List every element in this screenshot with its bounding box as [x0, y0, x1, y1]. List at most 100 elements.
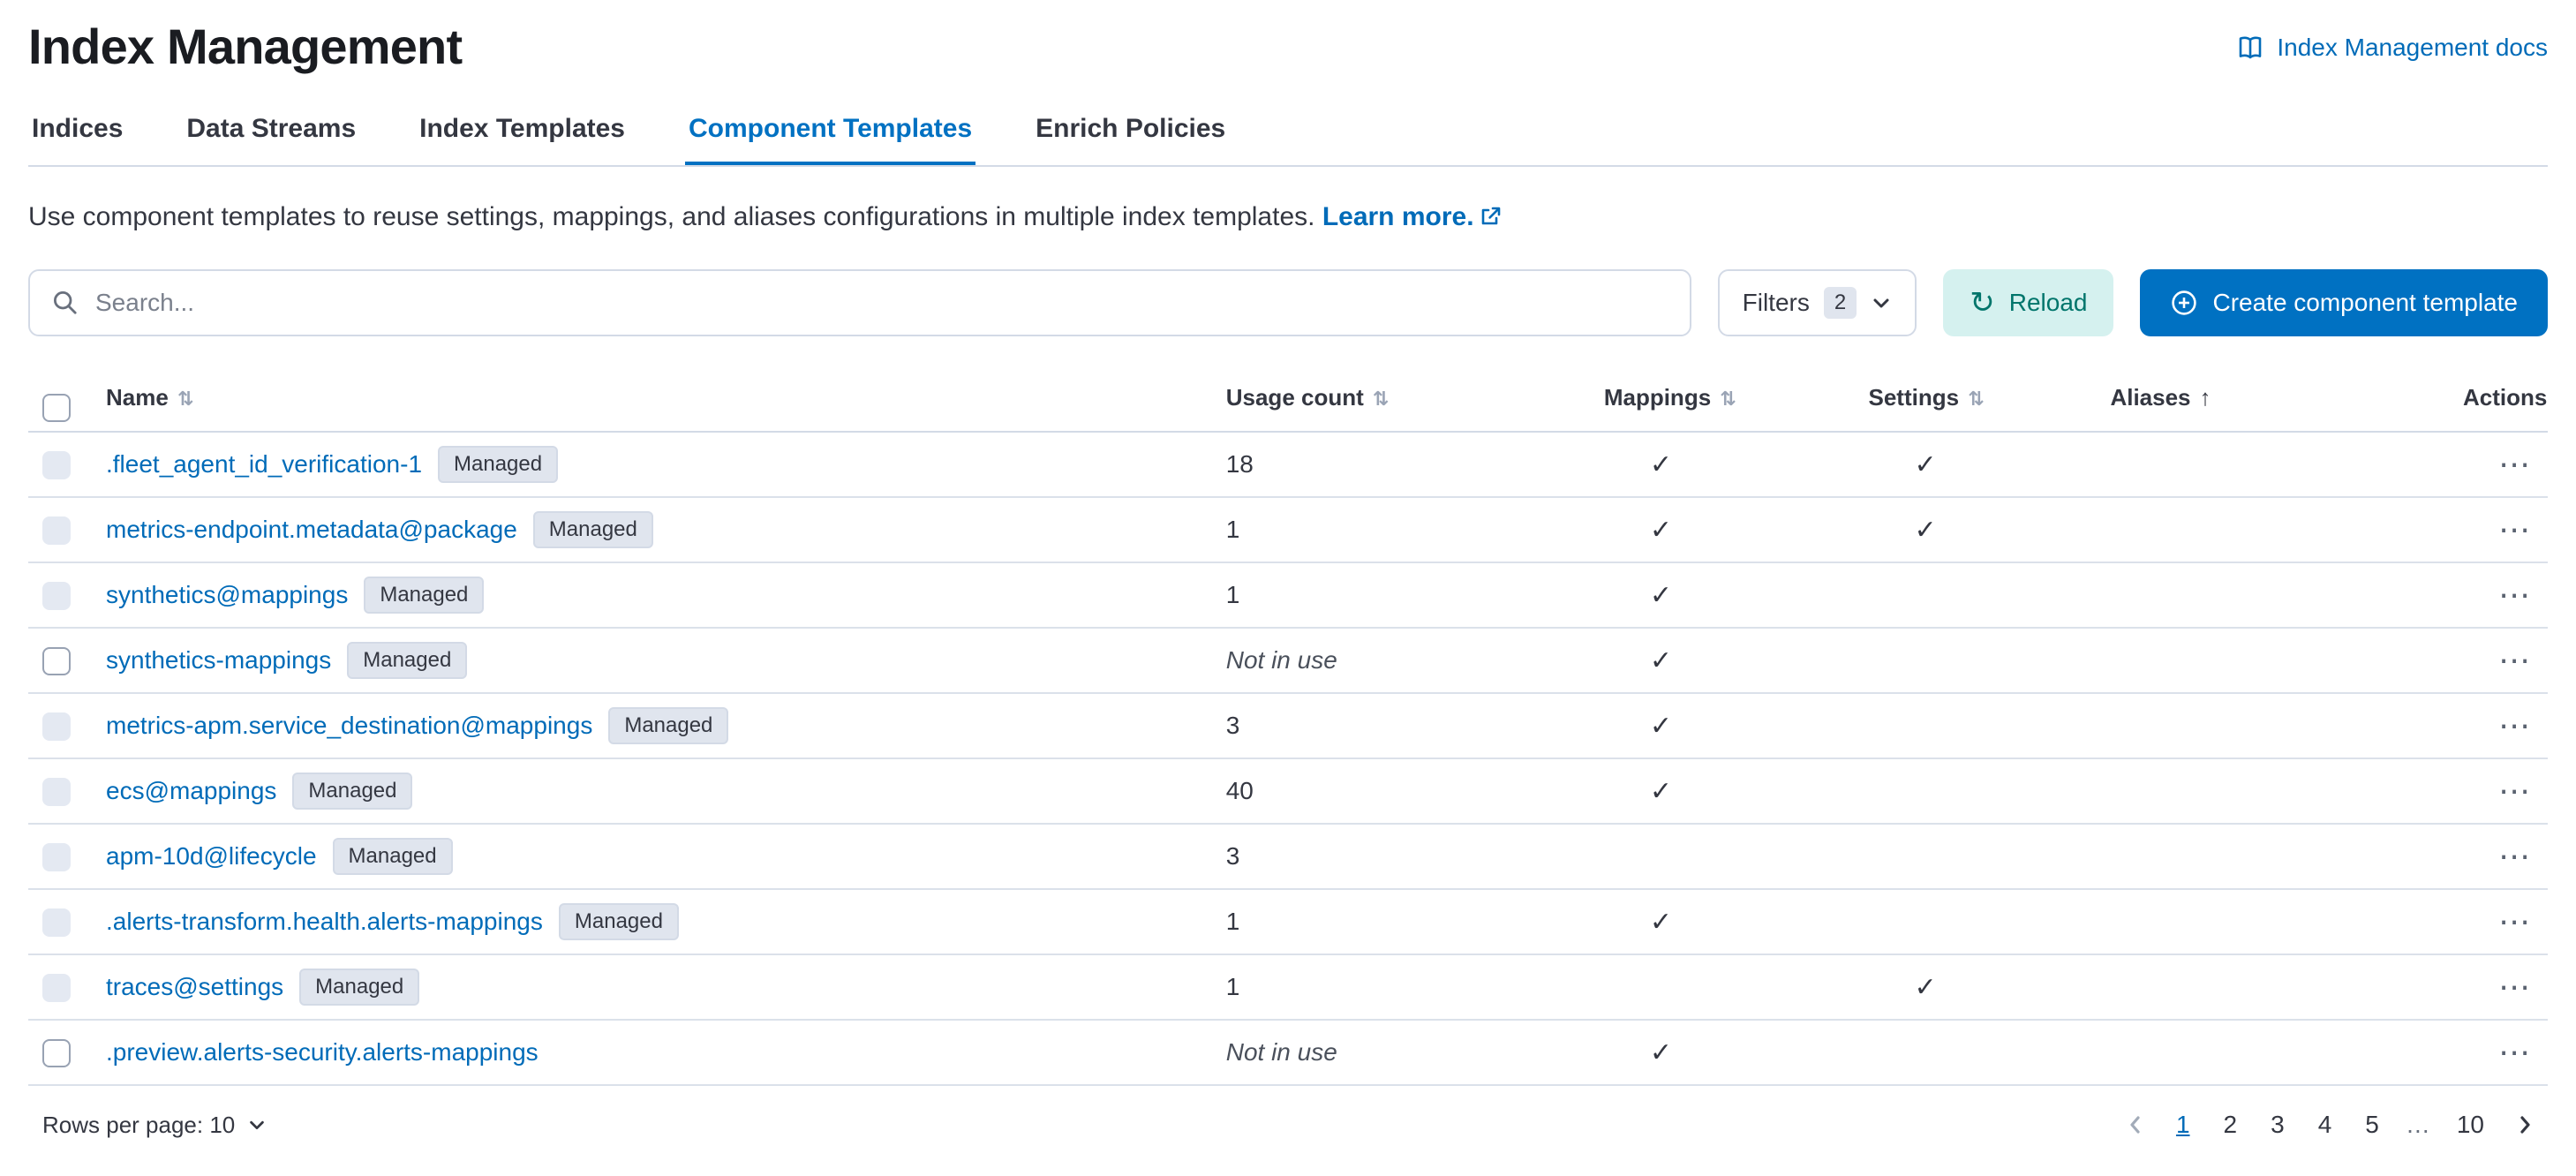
template-name-link[interactable]: synthetics-mappings: [106, 646, 331, 674]
settings-cell: ✓: [1854, 432, 2096, 497]
table-body: .fleet_agent_id_verification-1Managed18✓…: [28, 432, 2548, 1085]
check-icon: ✓: [1650, 777, 1672, 806]
filters-count-badge: 2: [1824, 287, 1857, 319]
row-actions-button[interactable]: ⋯: [2495, 645, 2534, 676]
reload-button[interactable]: ↻ Reload: [1943, 269, 2113, 336]
managed-badge: Managed: [333, 838, 453, 875]
description-text: Use component templates to reuse setting…: [28, 202, 1314, 231]
row-actions-button[interactable]: ⋯: [2495, 710, 2534, 742]
mappings-cell: [1590, 954, 1855, 1020]
settings-cell: [1854, 889, 2096, 954]
row-checkbox: [42, 712, 71, 741]
sort-icon: ⇅: [1968, 388, 1984, 410]
table-row: synthetics-mappings Managed Not in use ✓ ⋯: [28, 628, 2548, 693]
template-name-link[interactable]: synthetics@mappings: [106, 581, 348, 608]
column-label: Mappings: [1604, 384, 1711, 411]
filters-button[interactable]: Filters 2: [1718, 269, 1917, 336]
create-component-template-button[interactable]: Create component template: [2140, 269, 2548, 336]
template-name-link[interactable]: .fleet_agent_id_verification-1: [106, 450, 422, 478]
managed-badge: Managed: [533, 511, 653, 548]
page-button-5[interactable]: 5: [2353, 1107, 2391, 1142]
row-actions-button[interactable]: ⋯: [2495, 971, 2534, 1003]
managed-badge: Managed: [299, 969, 419, 1006]
usage-count-value: 1: [1212, 889, 1590, 954]
tab-component-templates[interactable]: Component Templates: [685, 107, 975, 165]
managed-badge: Managed: [559, 903, 679, 940]
usage-count-value: Not in use: [1212, 1020, 1590, 1085]
settings-cell: [1854, 693, 2096, 758]
managed-badge: Managed: [347, 642, 467, 679]
column-header-name[interactable]: Name⇅: [92, 368, 1212, 432]
learn-more-link[interactable]: Learn more.: [1322, 202, 1501, 231]
pagination-pages: 12345 …10: [2164, 1107, 2497, 1142]
check-icon: ✓: [1650, 908, 1672, 937]
usage-count-value: 1: [1212, 954, 1590, 1020]
tab-index-templates[interactable]: Index Templates: [416, 107, 629, 165]
usage-count-value: 1: [1212, 497, 1590, 562]
row-checkbox: [42, 582, 71, 610]
usage-count-value: Not in use: [1212, 628, 1590, 693]
settings-cell: [1854, 628, 2096, 693]
row-actions-button[interactable]: ⋯: [2495, 579, 2534, 611]
previous-page-button[interactable]: [2116, 1112, 2155, 1137]
aliases-cell: [2096, 758, 2449, 824]
mappings-cell: ✓: [1590, 628, 1855, 693]
row-actions-button[interactable]: ⋯: [2495, 906, 2534, 938]
page-button-2[interactable]: 2: [2211, 1107, 2250, 1142]
row-actions-button[interactable]: ⋯: [2495, 841, 2534, 872]
row-checkbox[interactable]: [42, 1039, 71, 1067]
tab-indices[interactable]: Indices: [28, 107, 126, 165]
select-all-checkbox[interactable]: [42, 394, 71, 422]
check-icon: ✓: [1914, 516, 1936, 545]
usage-count-value: 40: [1212, 758, 1590, 824]
template-name-link[interactable]: ecs@mappings: [106, 777, 276, 804]
table-header-row: Name⇅ Usage count⇅ Mappings⇅ Settings⇅ A…: [28, 368, 2548, 432]
page-button-1[interactable]: 1: [2164, 1107, 2203, 1142]
check-icon: ✓: [1914, 450, 1936, 479]
template-name-link[interactable]: metrics-apm.service_destination@mappings: [106, 712, 592, 739]
column-header-mappings[interactable]: Mappings⇅: [1590, 368, 1855, 432]
usage-count-value: 18: [1212, 432, 1590, 497]
page-button-3[interactable]: 3: [2258, 1107, 2297, 1142]
table-row: apm-10d@lifecycleManaged3⋯: [28, 824, 2548, 889]
settings-cell: [1854, 824, 2096, 889]
managed-badge: Managed: [292, 773, 412, 810]
template-name-link[interactable]: metrics-endpoint.metadata@package: [106, 516, 517, 543]
row-checkbox: [42, 843, 71, 871]
column-header-aliases[interactable]: Aliases↑: [2096, 368, 2449, 432]
row-checkbox[interactable]: [42, 647, 71, 675]
tab-enrich-policies[interactable]: Enrich Policies: [1032, 107, 1229, 165]
table-row: metrics-apm.service_destination@mappings…: [28, 693, 2548, 758]
pagination-ellipsis: …: [2400, 1107, 2436, 1142]
page-button-4[interactable]: 4: [2306, 1107, 2345, 1142]
usage-count-value: 3: [1212, 693, 1590, 758]
rows-per-page-button[interactable]: Rows per page: 10: [42, 1112, 267, 1139]
create-label: Create component template: [2212, 289, 2518, 317]
check-icon: ✓: [1650, 646, 1672, 675]
search-input[interactable]: [95, 289, 1668, 317]
tab-data-streams[interactable]: Data Streams: [183, 107, 359, 165]
column-header-actions: Actions: [2449, 368, 2548, 432]
row-checkbox: [42, 451, 71, 479]
table-footer: Rows per page: 10 12345 …10: [28, 1107, 2548, 1160]
row-actions-button[interactable]: ⋯: [2495, 514, 2534, 546]
row-actions-button[interactable]: ⋯: [2495, 1037, 2534, 1068]
row-actions-button[interactable]: ⋯: [2495, 775, 2534, 807]
docs-link[interactable]: Index Management docs: [2236, 34, 2548, 62]
template-name-link[interactable]: traces@settings: [106, 973, 283, 1000]
column-header-usage-count[interactable]: Usage count⇅: [1212, 368, 1590, 432]
table-row: .preview.alerts-security.alerts-mappings…: [28, 1020, 2548, 1085]
column-header-settings[interactable]: Settings⇅: [1854, 368, 2096, 432]
template-name-link[interactable]: .preview.alerts-security.alerts-mappings: [106, 1038, 539, 1066]
template-name-link[interactable]: apm-10d@lifecycle: [106, 842, 317, 870]
check-icon: ✓: [1650, 516, 1672, 545]
column-label: Usage count: [1226, 384, 1364, 411]
settings-cell: [1854, 758, 2096, 824]
mappings-cell: ✓: [1590, 562, 1855, 628]
row-actions-button[interactable]: ⋯: [2495, 449, 2534, 480]
page-button-10[interactable]: 10: [2444, 1107, 2497, 1142]
next-page-button[interactable]: [2505, 1112, 2544, 1137]
page-title: Index Management: [28, 18, 462, 75]
template-name-link[interactable]: .alerts-transform.health.alerts-mappings: [106, 908, 543, 935]
sort-asc-icon: ↑: [2200, 384, 2211, 411]
